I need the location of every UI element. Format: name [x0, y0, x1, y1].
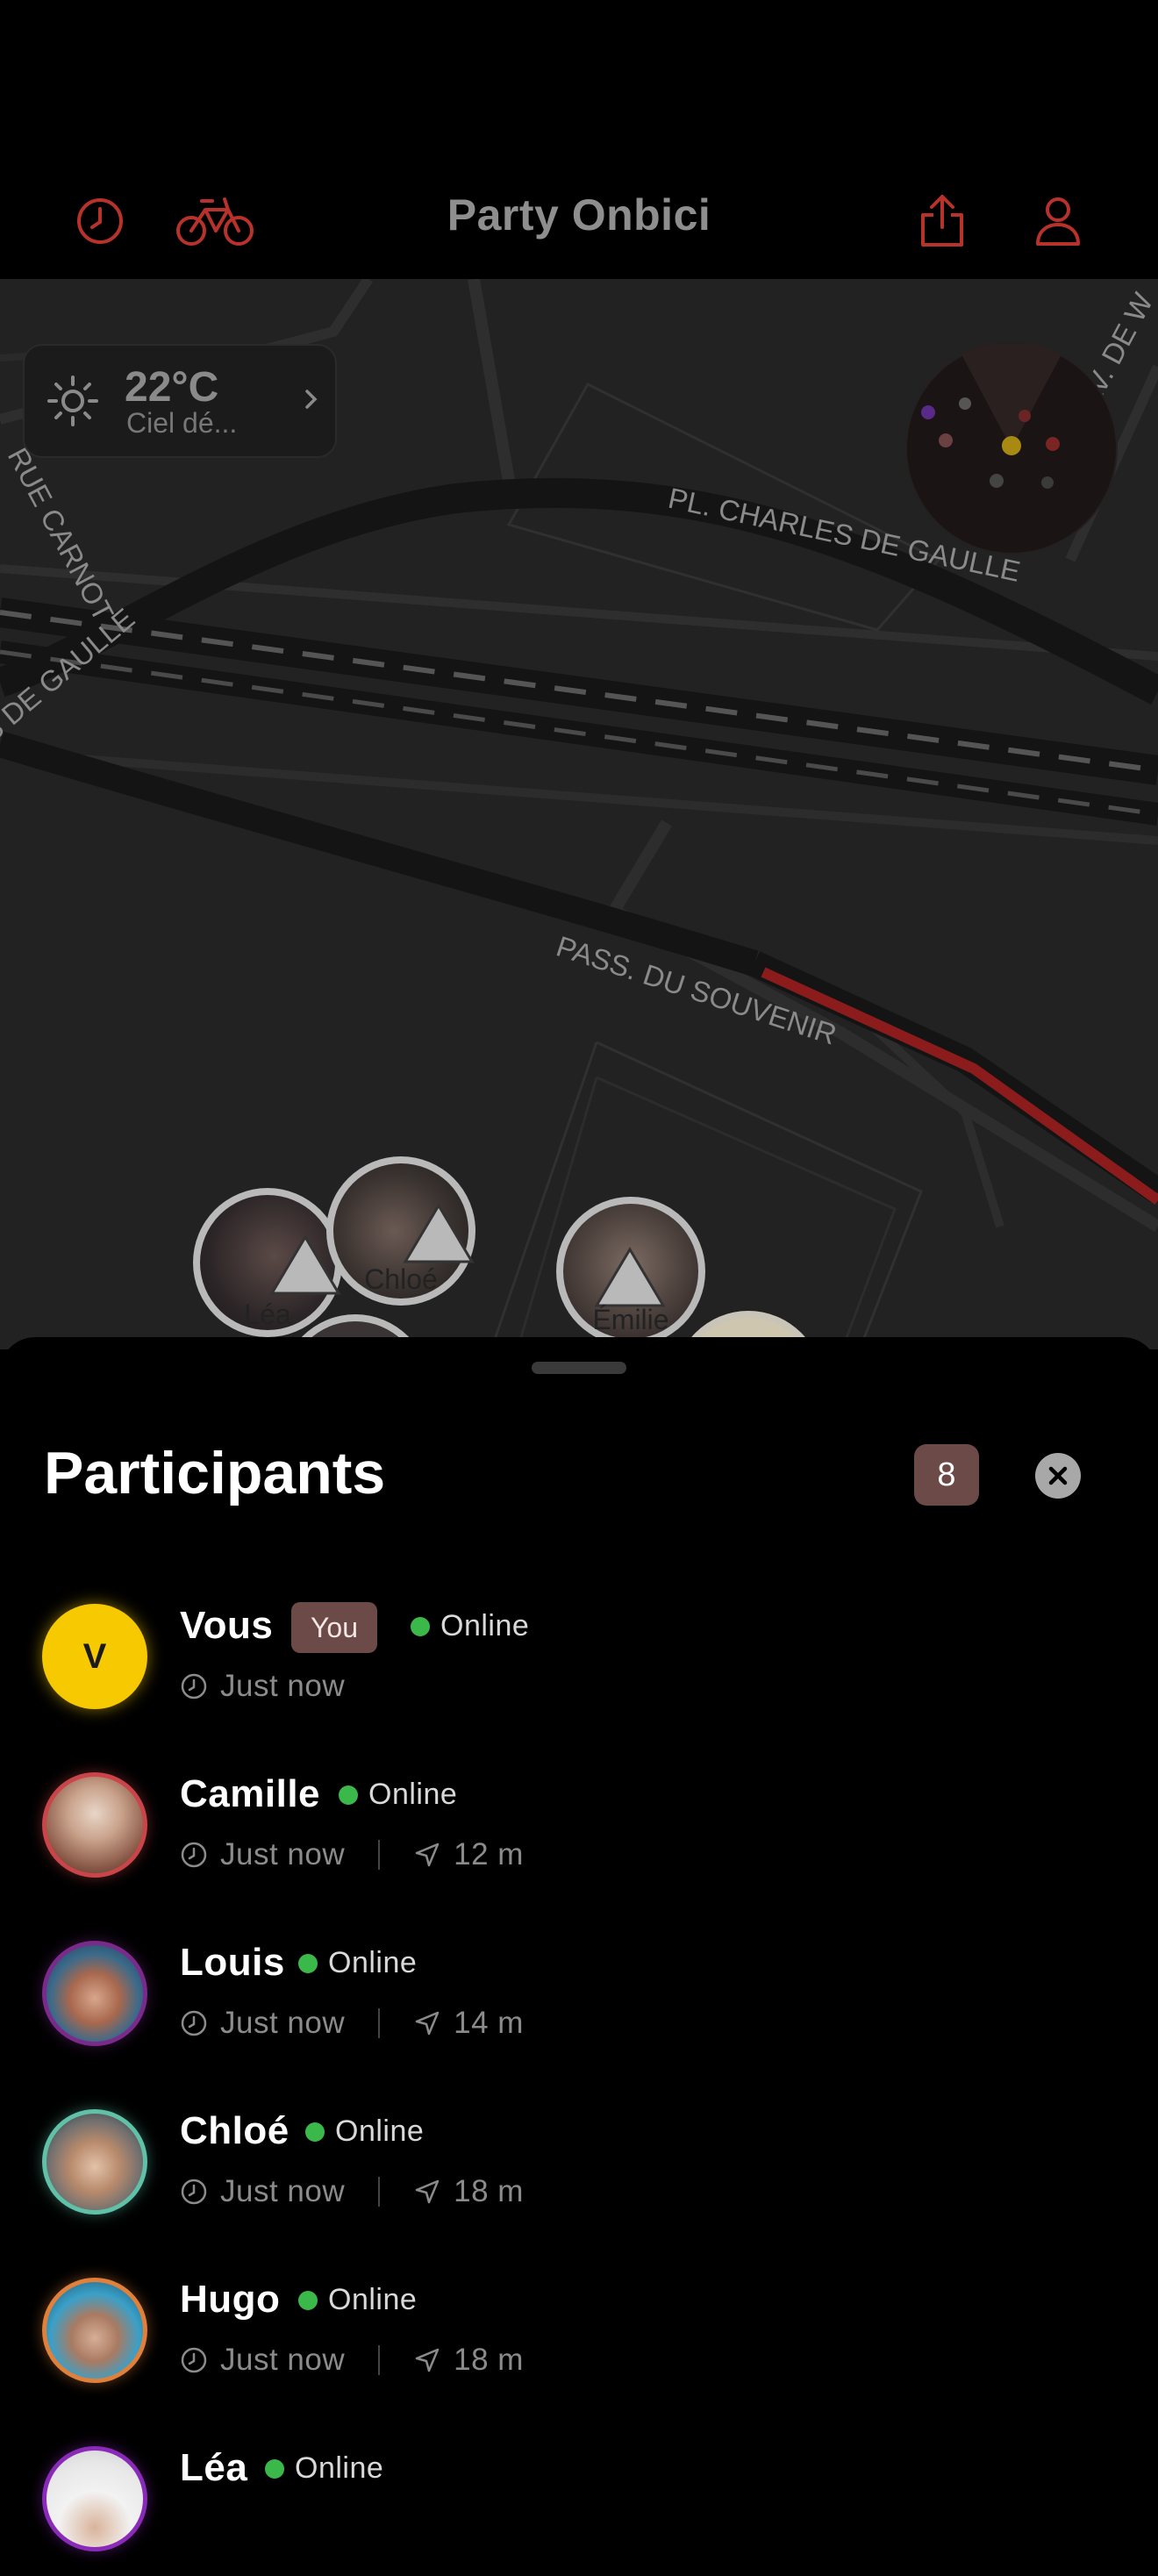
app-header: Party Onbici: [0, 0, 1158, 279]
avatar: [42, 1772, 147, 1878]
online-dot: [265, 2458, 284, 2479]
clock-icon: [181, 1673, 207, 1699]
street-label: RUE CARNOT: [2, 442, 120, 626]
divider: [378, 2345, 381, 2375]
page-title: Party Onbici: [447, 190, 711, 240]
status-text: Online: [368, 1778, 458, 1811]
status-text: Online: [335, 2114, 425, 2148]
clock-icon: [181, 2010, 207, 2036]
marker-label: Émilie: [592, 1304, 669, 1335]
weather-temperature: 22°C: [125, 364, 219, 411]
heading-arrow-icon: [403, 1203, 475, 1263]
participant-row[interactable]: V Vous You Online Just now: [0, 1565, 1158, 1734]
close-icon: [1048, 1466, 1068, 1485]
heading-arrow-icon: [594, 1247, 666, 1307]
location-arrow-icon: [415, 1843, 440, 1867]
participant-name: Léa: [180, 2446, 248, 2489]
clock-icon: [181, 1842, 207, 1868]
status-text: Online: [328, 1946, 418, 1979]
status-text: Online: [328, 2283, 418, 2316]
distance: 14 m: [454, 2006, 524, 2040]
avatar: [42, 2109, 147, 2215]
online-dot: [298, 2290, 318, 2310]
participant-row[interactable]: Camille Online Just now 12 m: [0, 1734, 1158, 1902]
participant-name: Hugo: [180, 2278, 281, 2321]
last-seen: Just now: [220, 1669, 346, 1703]
distance: 18 m: [454, 2343, 524, 2377]
participant-name: Chloé: [180, 2109, 290, 2152]
participant-meta: Just now 18 m: [180, 2174, 524, 2209]
marker-label: Chloé: [364, 1263, 438, 1295]
share-icon[interactable]: [907, 186, 977, 256]
participant-name: Louis: [180, 1941, 285, 1984]
participant-name: Vous: [180, 1604, 274, 1647]
last-seen: Just now: [220, 2174, 346, 2208]
online-dot: [305, 2122, 325, 2142]
clock-icon: [181, 2179, 207, 2205]
participant-row[interactable]: Louis Online Just now 14 m: [0, 1902, 1158, 2071]
location-arrow-icon: [415, 2179, 440, 2204]
avatar: V: [42, 1604, 147, 1709]
status-indicator: Online: [298, 1946, 417, 1980]
avatar: [42, 2446, 147, 2551]
radar-minimap[interactable]: [905, 341, 1118, 555]
you-badge: You: [291, 1602, 377, 1653]
status-text: Online: [295, 2451, 384, 2485]
last-seen: Just now: [220, 1837, 346, 1871]
divider: [378, 2177, 381, 2207]
map-marker-lea[interactable]: Léa: [193, 1188, 342, 1337]
avatar: [42, 2278, 147, 2383]
participant-meta: Just now: [180, 1669, 345, 1704]
status-text: Online: [440, 1609, 530, 1642]
online-dot: [411, 1616, 430, 1636]
sun-icon: [47, 376, 98, 426]
location-arrow-icon: [415, 2011, 440, 2036]
participant-row[interactable]: Hugo Online Just now 18 m: [0, 2239, 1158, 2408]
map-view[interactable]: PL. CHARLES DE GAULLE PASS. DU SOUVENIR …: [0, 279, 1158, 1349]
participant-meta: Just now 14 m: [180, 2006, 524, 2041]
status-indicator: Online: [265, 2451, 383, 2486]
online-dot: [339, 1785, 358, 1805]
sheet-title: Participants: [44, 1440, 386, 1506]
status-indicator: Online: [411, 1609, 529, 1643]
map-marker-chloe[interactable]: Chloé: [326, 1156, 475, 1306]
status-indicator: Online: [298, 2283, 417, 2317]
participant-name: Camille: [180, 1772, 321, 1815]
map-marker-emilie[interactable]: Émilie: [556, 1197, 705, 1346]
participant-meta: Just now 18 m: [180, 2343, 524, 2378]
last-seen: Just now: [220, 2343, 346, 2377]
status-indicator: Online: [339, 1778, 457, 1812]
status-indicator: Online: [305, 2114, 424, 2149]
participant-meta: Just now 12 m: [180, 1837, 524, 1872]
divider: [378, 2008, 381, 2038]
online-dot: [298, 1953, 318, 1973]
profile-icon[interactable]: [1023, 186, 1093, 256]
chevron-right-icon: [305, 390, 318, 409]
divider: [378, 1840, 381, 1870]
clock-icon: [181, 2347, 207, 2373]
participant-count-badge: 8: [914, 1444, 979, 1506]
close-button[interactable]: [1035, 1453, 1081, 1499]
distance: 18 m: [454, 2174, 524, 2208]
weather-widget[interactable]: 22°C Ciel dé...: [23, 344, 337, 458]
participants-sheet: Participants 8 V Vous You Online Just no…: [0, 1337, 1158, 2551]
avatar: [42, 1941, 147, 2046]
weather-description: Ciel dé...: [126, 407, 238, 439]
last-seen: Just now: [220, 2006, 346, 2040]
location-arrow-icon: [415, 2348, 440, 2372]
participant-row[interactable]: Chloé Online Just now 18 m: [0, 2071, 1158, 2239]
sheet-grabber[interactable]: [532, 1362, 626, 1374]
distance: 12 m: [454, 1837, 524, 1871]
participant-row[interactable]: Léa Online: [0, 2408, 1158, 2576]
